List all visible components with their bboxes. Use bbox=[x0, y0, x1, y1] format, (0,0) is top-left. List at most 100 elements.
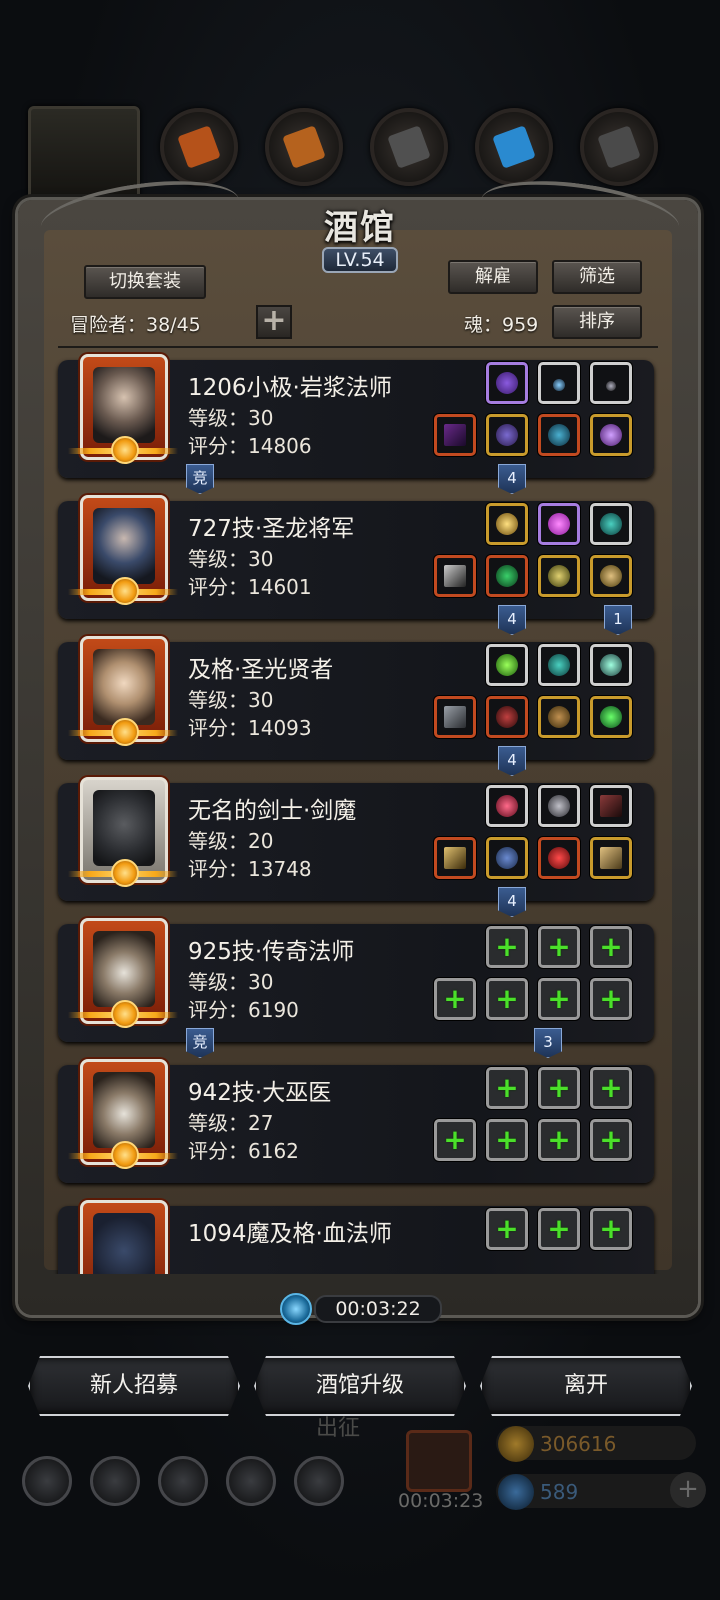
timer-value: 00:03:22 bbox=[314, 1295, 442, 1323]
stone-slot-icon[interactable] bbox=[538, 644, 580, 686]
star-slot-icon[interactable] bbox=[590, 644, 632, 686]
hero-card[interactable]: 1206小极·岩浆法师 等级：30 评分：14806 bbox=[58, 354, 654, 478]
gold-amount: 306616 bbox=[540, 1432, 617, 1456]
hero-card[interactable]: 无名的剑士·剑魔 等级：20 评分：13748 bbox=[58, 777, 654, 901]
hero-card[interactable]: 942技·大巫医 等级：27 评分：6162 + + + + + + + bbox=[58, 1059, 654, 1183]
hero-level: 等级：30 bbox=[188, 406, 274, 430]
empty-slot-add-icon[interactable]: + bbox=[590, 1208, 632, 1250]
enhance-tag: 4 bbox=[498, 605, 526, 635]
dismiss-button[interactable]: 解雇 bbox=[448, 260, 538, 294]
game-screen: { "window": {"title": "酒馆", "level": "LV… bbox=[0, 0, 720, 1600]
recruit-button[interactable]: 新人招募 bbox=[28, 1356, 240, 1416]
menu-circle-icon bbox=[158, 1456, 208, 1506]
tavern-level-badge: LV.54 bbox=[322, 247, 398, 273]
menu-circle-icon bbox=[90, 1456, 140, 1506]
empty-slot-add-icon[interactable]: + bbox=[486, 1208, 528, 1250]
empty-slot-add-icon[interactable]: + bbox=[538, 926, 580, 968]
helmet-slot-icon[interactable] bbox=[538, 696, 580, 738]
adventurer-count: 冒险者：38/45 bbox=[70, 314, 201, 336]
hero-name: 及格·圣光贤者 bbox=[188, 657, 334, 683]
relic-slot-icon[interactable] bbox=[590, 696, 632, 738]
filter-button[interactable]: 筛选 bbox=[552, 260, 642, 294]
bracer-slot-icon[interactable] bbox=[538, 414, 580, 456]
scroll-slot-icon[interactable] bbox=[590, 837, 632, 879]
relic-slot-icon[interactable] bbox=[590, 555, 632, 597]
upgrade-tavern-button[interactable]: 酒馆升级 bbox=[254, 1356, 466, 1416]
hero-name: 727技·圣龙将军 bbox=[188, 516, 355, 542]
window-title: 酒馆 bbox=[324, 208, 396, 248]
hero-score: 评分：14806 bbox=[188, 434, 312, 458]
rank-medal-icon bbox=[68, 859, 178, 889]
gem-icon bbox=[498, 1474, 534, 1510]
empty-slot-add-icon[interactable]: + bbox=[590, 978, 632, 1020]
rank-medal-icon bbox=[68, 1000, 178, 1030]
empty-slot-add-icon[interactable]: + bbox=[590, 926, 632, 968]
hero-name: 1206小极·岩浆法师 bbox=[188, 375, 392, 401]
header-divider bbox=[58, 346, 658, 348]
empty-slot-add-icon[interactable]: + bbox=[434, 978, 476, 1020]
enhance-tag: 3 bbox=[534, 1028, 562, 1058]
empty-slot-add-icon[interactable]: + bbox=[486, 1119, 528, 1161]
empty-slot-add-icon[interactable]: + bbox=[590, 1119, 632, 1161]
gem-slot-icon[interactable] bbox=[486, 644, 528, 686]
leave-button[interactable]: 离开 bbox=[480, 1356, 692, 1416]
empty-slot-add-icon[interactable]: + bbox=[486, 926, 528, 968]
hero-portrait bbox=[80, 1200, 168, 1274]
hero-card[interactable]: 1094魔及格·血法师 + + + bbox=[58, 1200, 654, 1274]
mask-slot-icon[interactable] bbox=[538, 785, 580, 827]
ring-slot-icon[interactable] bbox=[590, 414, 632, 456]
gem-slot-icon[interactable] bbox=[486, 362, 528, 404]
gold-coin-icon bbox=[498, 1426, 534, 1462]
expedition-label: 出征 bbox=[316, 1416, 361, 1441]
menu-circle-icon bbox=[294, 1456, 344, 1506]
empty-slot-add-icon[interactable]: + bbox=[538, 1067, 580, 1109]
empty-slot-add-icon[interactable]: + bbox=[434, 1119, 476, 1161]
hero-card[interactable]: 925技·传奇法师 等级：30 评分：6190 + + + + + + + bbox=[58, 918, 654, 1042]
hero-level: 等级：27 bbox=[188, 1111, 274, 1135]
hero-level: 等级：30 bbox=[188, 970, 274, 994]
crystal-slot-icon[interactable] bbox=[538, 503, 580, 545]
gem-slot-icon[interactable] bbox=[486, 785, 528, 827]
background-tab-2 bbox=[160, 108, 238, 186]
armor-slot-icon[interactable] bbox=[486, 414, 528, 456]
empty-slot-add-icon[interactable]: + bbox=[486, 978, 528, 1020]
gem-slot-icon[interactable] bbox=[486, 503, 528, 545]
ring-slot-icon[interactable] bbox=[538, 555, 580, 597]
enhance-tag: 4 bbox=[498, 746, 526, 776]
hero-name: 925技·传奇法师 bbox=[188, 939, 355, 965]
hero-card[interactable]: 727技·圣龙将军 等级：30 评分：14601 bbox=[58, 495, 654, 619]
necklace-slot-icon[interactable] bbox=[590, 362, 632, 404]
sword-slot-icon[interactable] bbox=[434, 837, 476, 879]
hero-score: 评分：6162 bbox=[188, 1139, 299, 1163]
empty-slot-add-icon[interactable]: + bbox=[590, 1067, 632, 1109]
background-tab-5 bbox=[475, 108, 553, 186]
enhance-tag: 4 bbox=[498, 464, 526, 494]
sort-button[interactable]: 排序 bbox=[552, 305, 642, 339]
hero-name: 942技·大巫医 bbox=[188, 1080, 332, 1106]
sword-slot-icon[interactable] bbox=[434, 555, 476, 597]
switch-set-button[interactable]: 切换套装 bbox=[84, 265, 206, 299]
hammer-slot-icon[interactable] bbox=[434, 696, 476, 738]
hero-name: 无名的剑士·剑魔 bbox=[188, 798, 357, 824]
add-slot-button[interactable]: + bbox=[256, 305, 292, 339]
bracer-slot-icon[interactable] bbox=[538, 837, 580, 879]
armor-slot-icon[interactable] bbox=[486, 555, 528, 597]
menu-circle-icon bbox=[22, 1456, 72, 1506]
rank-medal-icon bbox=[68, 436, 178, 466]
stone-slot-icon[interactable] bbox=[590, 503, 632, 545]
empty-slot-add-icon[interactable]: + bbox=[486, 1067, 528, 1109]
armor-slot-icon[interactable] bbox=[486, 696, 528, 738]
enhance-tag: 4 bbox=[498, 887, 526, 917]
competition-tag: 竞 bbox=[186, 1028, 214, 1058]
hero-level: 等级：30 bbox=[188, 688, 274, 712]
feather-slot-icon[interactable] bbox=[590, 785, 632, 827]
empty-slot-add-icon[interactable]: + bbox=[538, 1208, 580, 1250]
hero-card[interactable]: 及格·圣光贤者 等级：30 评分：14093 bbox=[58, 636, 654, 760]
rank-medal-icon bbox=[68, 1141, 178, 1171]
empty-slot-add-icon[interactable]: + bbox=[538, 1119, 580, 1161]
weapon-slot-icon[interactable] bbox=[434, 414, 476, 456]
amulet-slot-icon[interactable] bbox=[538, 362, 580, 404]
empty-slot-add-icon[interactable]: + bbox=[538, 978, 580, 1020]
armor-slot-icon[interactable] bbox=[486, 837, 528, 879]
hero-list[interactable]: 1206小极·岩浆法师 等级：30 评分：14806 竞 4 727技·圣龙将军… bbox=[44, 352, 676, 1274]
